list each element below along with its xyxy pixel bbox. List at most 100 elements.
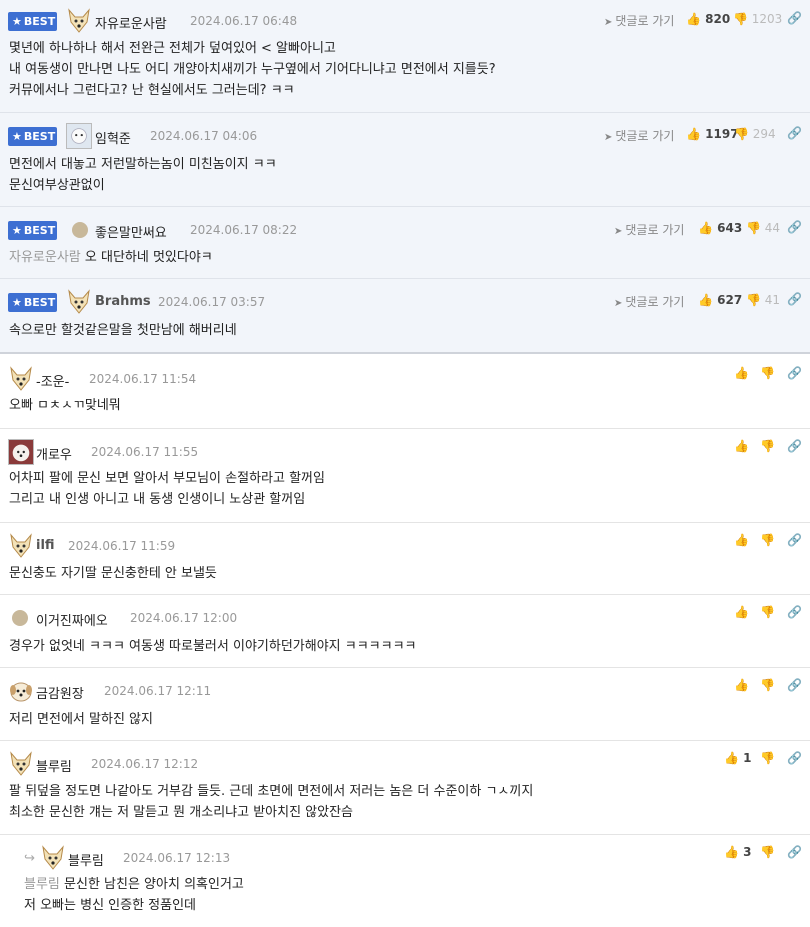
like-button[interactable]: 👍	[734, 439, 749, 453]
comment-body: 자유로운사람 오 대단하네 멋있다야ㅋ	[9, 250, 213, 265]
dislike-button[interactable]: 👎	[760, 366, 775, 380]
go-to-comment-link[interactable]: ➤ 댓글로 가기	[614, 221, 684, 238]
link-icon[interactable]: 🔗	[787, 11, 802, 25]
timestamp: 2024.06.17 11:54	[89, 372, 197, 386]
dislike-button[interactable]: 👎	[760, 605, 775, 619]
nickname[interactable]: 이거진짜에오	[36, 610, 108, 629]
like-button[interactable]: 👍	[734, 366, 749, 380]
avatar[interactable]	[40, 845, 66, 871]
dislike-button[interactable]: 👎	[760, 439, 775, 453]
link-icon[interactable]: 🔗	[787, 533, 802, 547]
nickname[interactable]: 금감원장	[36, 683, 84, 702]
like-button[interactable]: 👍 1	[724, 751, 752, 765]
timestamp: 2024.06.17 03:57	[158, 295, 266, 309]
like-button[interactable]: 👍 643	[698, 221, 742, 235]
comment-body: 어차피 팔에 문신 보면 알아서 부모님이 손절하라고 할꺼임 그리고 내 인생…	[9, 471, 325, 507]
comment: ilfi 2024.06.17 11:59 👍 👎 🔗 문신충도 자기딸 문신충…	[0, 523, 810, 595]
like-button[interactable]: 👍	[734, 678, 749, 692]
arrow-icon: ➤	[604, 17, 613, 28]
comment-body: 속으로만 할것같은말을 첫만남에 해버리네	[9, 323, 237, 338]
avatar[interactable]	[12, 610, 28, 626]
link-icon[interactable]: 🔗	[787, 126, 802, 140]
avatar[interactable]	[8, 678, 34, 704]
dislike-button[interactable]: 👎	[760, 533, 775, 547]
timestamp: 2024.06.17 12:11	[104, 684, 212, 698]
nickname[interactable]: 블루림	[68, 850, 104, 869]
dislike-button[interactable]: 👎 44	[746, 221, 780, 235]
arrow-icon: ➤	[604, 132, 613, 143]
dislike-button[interactable]: 👎 1203	[733, 12, 782, 26]
go-to-comment-link[interactable]: ➤ 댓글로 가기	[614, 293, 684, 310]
avatar[interactable]	[72, 222, 88, 238]
thumb-up-icon: 👍	[734, 366, 749, 380]
thumb-up-icon: 👍	[698, 293, 713, 307]
like-button[interactable]: 👍	[734, 533, 749, 547]
go-to-comment-link[interactable]: ➤ 댓글로 가기	[604, 12, 674, 29]
thumb-down-icon: 👎	[760, 845, 775, 859]
comment-body: 경우가 없엇네 ㅋㅋㅋ 여동생 따로불러서 이야기하던가해야지 ㅋㅋㅋㅋㅋㅋ	[9, 639, 417, 654]
nickname[interactable]: 블루림	[36, 756, 72, 775]
comment-body: 문신충도 자기딸 문신충한테 안 보낼듯	[9, 566, 217, 581]
thumb-up-icon: 👍	[734, 678, 749, 692]
thumb-down-icon: 👎	[760, 751, 775, 765]
star-icon: ★	[12, 224, 22, 237]
thumb-down-icon: 👎	[733, 12, 748, 26]
link-icon[interactable]: 🔗	[787, 292, 802, 306]
thumb-up-icon: 👍	[686, 12, 701, 26]
nickname[interactable]: 자유로운사람	[95, 13, 167, 32]
avatar[interactable]	[8, 439, 34, 465]
avatar[interactable]	[66, 8, 92, 34]
thumb-up-icon: 👍	[734, 533, 749, 547]
comment-best: ★ BEST 자유로운사람 2024.06.17 06:48 ➤ 댓글로 가기 👍 …	[0, 0, 810, 113]
link-icon[interactable]: 🔗	[787, 605, 802, 619]
avatar[interactable]	[8, 751, 34, 777]
nickname[interactable]: 임혁준	[95, 128, 131, 147]
dislike-button[interactable]: 👎	[760, 678, 775, 692]
avatar[interactable]	[66, 289, 92, 315]
nickname[interactable]: Brahms	[95, 294, 151, 309]
like-button[interactable]: 👍	[734, 605, 749, 619]
comment: -조운- 2024.06.17 11:54 👍 👎 🔗 오빠 ㅁㅊㅅㄲ맞네뭐	[0, 354, 810, 429]
like-button[interactable]: 👍 1197	[686, 127, 739, 141]
avatar[interactable]	[8, 533, 34, 559]
star-icon: ★	[12, 296, 22, 309]
timestamp: 2024.06.17 08:22	[190, 223, 298, 237]
link-icon[interactable]: 🔗	[787, 366, 802, 380]
mention[interactable]: 자유로운사람	[9, 250, 81, 265]
dislike-button[interactable]: 👎	[760, 751, 775, 765]
nickname[interactable]: ilfi	[36, 538, 55, 553]
reply-arrow-icon: ↪	[24, 851, 35, 866]
thumb-down-icon: 👎	[760, 439, 775, 453]
link-icon[interactable]: 🔗	[787, 678, 802, 692]
thumb-down-icon: 👎	[746, 221, 761, 235]
thumb-up-icon: 👍	[698, 221, 713, 235]
avatar[interactable]	[8, 366, 34, 392]
link-icon[interactable]: 🔗	[787, 439, 802, 453]
thumb-up-icon: 👍	[686, 127, 701, 141]
dislike-button[interactable]: 👎	[760, 845, 775, 859]
mention[interactable]: 블루림	[24, 877, 60, 892]
like-button[interactable]: 👍 3	[724, 845, 752, 859]
link-icon[interactable]: 🔗	[787, 751, 802, 765]
star-icon: ★	[12, 15, 22, 28]
thumb-down-icon: 👎	[760, 533, 775, 547]
avatar[interactable]	[66, 123, 92, 149]
thumb-up-icon: 👍	[724, 751, 739, 765]
nickname[interactable]: 개로우	[36, 444, 72, 463]
dislike-button[interactable]: 👎 294	[734, 127, 776, 141]
dislike-button[interactable]: 👎 41	[746, 293, 780, 307]
comment-body: 블루림 문신한 남친은 양아치 의혹인거고 저 오빠는 병신 인증한 정품인데	[24, 877, 244, 913]
link-icon[interactable]: 🔗	[787, 220, 802, 234]
go-to-comment-link[interactable]: ➤ 댓글로 가기	[604, 127, 674, 144]
like-button[interactable]: 👍 627	[698, 293, 742, 307]
timestamp: 2024.06.17 12:00	[130, 611, 238, 625]
nickname[interactable]: 좋은말만써요	[95, 222, 167, 241]
timestamp: 2024.06.17 12:12	[91, 757, 199, 771]
link-icon[interactable]: 🔗	[787, 845, 802, 859]
timestamp: 2024.06.17 04:06	[150, 129, 258, 143]
comment: 이거진짜에오 2024.06.17 12:00 👍 👎 🔗 경우가 없엇네 ㅋㅋ…	[0, 595, 810, 668]
like-button[interactable]: 👍 820	[686, 12, 730, 26]
arrow-icon: ➤	[614, 226, 623, 237]
best-badge: ★ BEST	[8, 293, 57, 312]
nickname[interactable]: -조운-	[36, 371, 69, 390]
